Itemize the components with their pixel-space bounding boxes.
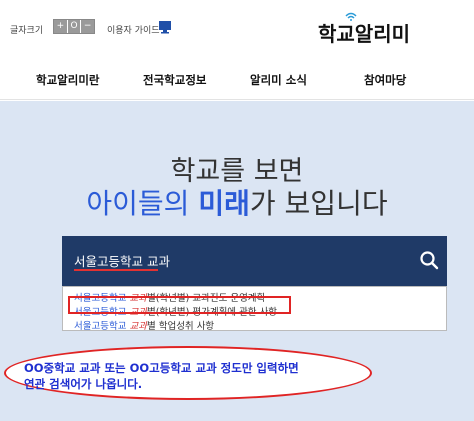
nav-about[interactable]: 학교알리미란 — [36, 72, 99, 88]
main-navigation: 학교알리미란 전국학교정보 알리미 소식 참여마당 — [0, 58, 474, 100]
hero-headline-line2: 아이들의 미래가 보입니다 — [0, 182, 474, 222]
hero-text-part3: 가 보입니다 — [249, 187, 388, 220]
font-decrease-button[interactable]: − — [81, 20, 95, 33]
annotation-text-line1: OO중학교 교과 또는 OO고등학교 교과 정도만 입력하면 — [24, 361, 299, 375]
hero-text-part1: 아이들의 — [86, 187, 199, 220]
autocomplete-item[interactable]: 서울고등학교 교과별 학업성취 사항 — [74, 318, 214, 332]
top-bar: 글자크기 + O − 이용자 가이드 학교알리미 — [0, 0, 474, 58]
search-input[interactable]: 서울고등학교 교과 — [74, 251, 170, 270]
font-size-controls: + O − — [53, 19, 95, 34]
highlight-box — [68, 296, 291, 314]
monitor-icon[interactable] — [158, 20, 172, 34]
search-icon[interactable] — [419, 250, 439, 270]
annotation-text-line2: 연관 검색어가 나옵니다. — [24, 377, 143, 391]
nav-school-info[interactable]: 전국학교정보 — [143, 72, 206, 88]
font-reset-button[interactable]: O — [67, 20, 82, 33]
font-size-label: 글자크기 — [10, 26, 44, 36]
font-increase-button[interactable]: + — [54, 20, 68, 33]
hero-text-part2: 미래 — [198, 187, 250, 220]
site-logo[interactable]: 학교알리미 — [318, 18, 410, 47]
spellcheck-underline — [74, 269, 158, 271]
user-guide-link[interactable]: 이용자 가이드 — [107, 23, 160, 36]
signal-icon — [345, 12, 357, 21]
nav-news[interactable]: 알리미 소식 — [250, 72, 307, 88]
nav-participation[interactable]: 참여마당 — [364, 72, 406, 88]
search-bar[interactable]: 서울고등학교 교과 — [62, 236, 447, 286]
